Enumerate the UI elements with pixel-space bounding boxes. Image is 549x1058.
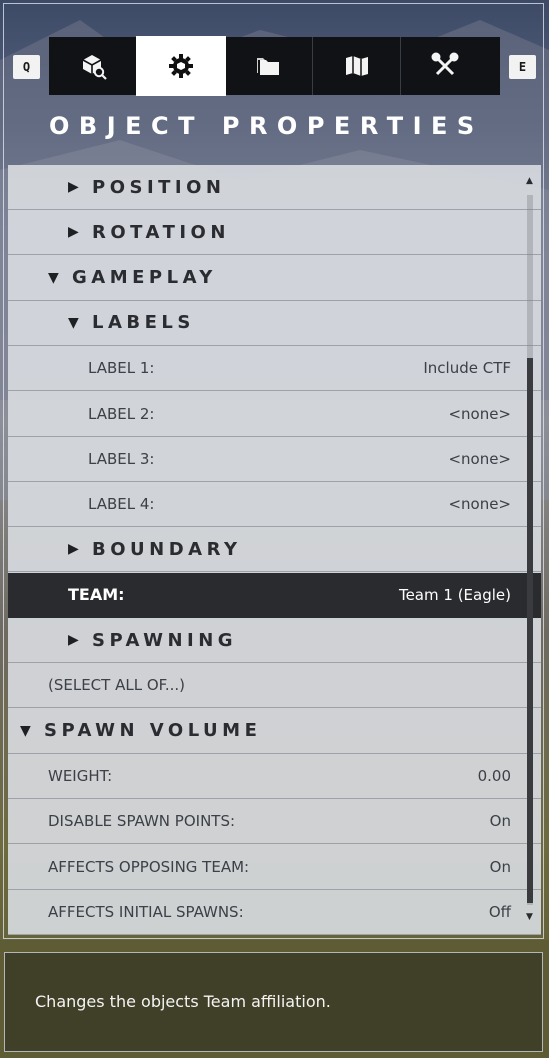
property-row[interactable]: LABEL 3: <none> — [8, 437, 541, 482]
tab-map[interactable] — [313, 37, 401, 95]
property-value: 0.00 — [477, 766, 511, 785]
section-row-labels[interactable]: ▼ LABELS — [8, 301, 541, 346]
property-label: TEAM: — [68, 585, 125, 605]
section-row-spawning[interactable]: ▶ SPAWNING — [8, 618, 541, 663]
property-row[interactable]: LABEL 4: <none> — [8, 482, 541, 528]
map-icon — [345, 56, 368, 76]
collapsed-triangle-icon: ▶ — [68, 632, 79, 648]
tab-object-properties[interactable] — [136, 36, 226, 96]
property-label: (SELECT ALL OF...) — [48, 676, 186, 695]
scrollbar-thumb[interactable] — [527, 358, 533, 903]
collapsed-triangle-icon: ▶ — [68, 179, 79, 195]
property-value: <none> — [448, 449, 511, 468]
toolbar — [49, 36, 500, 96]
collapsed-triangle-icon: ▶ — [68, 541, 79, 558]
description-text: Changes the objects Team affiliation. — [35, 992, 331, 1011]
section-label: ROTATION — [92, 221, 230, 243]
property-row[interactable]: TEAM: Team 1 (Eagle) — [8, 572, 541, 618]
section-row-gameplay[interactable]: ▼ GAMEPLAY — [8, 256, 541, 301]
section-row-spawn-volume[interactable]: ▼ SPAWN VOLUME — [8, 709, 541, 754]
scroll-down-arrow[interactable]: ▼ — [526, 912, 533, 922]
next-tab-hotkey[interactable]: E — [509, 55, 536, 79]
property-label: LABEL 2: — [88, 404, 155, 423]
properties-panel: ▶ POSITION ▶ ROTATION ▼ GAMEPLAY ▼ LABELS LABEL … — [8, 165, 541, 935]
property-row[interactable]: LABEL 2: <none> — [8, 392, 541, 437]
section-label: POSITION — [92, 176, 226, 198]
section-label: SPAWN VOLUME — [44, 720, 262, 742]
section-row-boundary[interactable]: ▶ BOUNDARY — [8, 527, 541, 573]
property-row[interactable]: AFFECTS OPPOSING TEAM: On — [8, 845, 541, 890]
property-value: <none> — [448, 495, 511, 514]
expanded-triangle-icon: ▼ — [48, 269, 59, 286]
property-value: Team 1 (Eagle) — [398, 585, 511, 604]
property-row[interactable]: DISABLE SPAWN POINTS: On — [8, 799, 541, 845]
property-value: Off — [488, 902, 511, 921]
tab-tools[interactable] — [401, 37, 489, 95]
property-value: On — [489, 857, 511, 876]
section-label: LABELS — [92, 312, 195, 334]
page-title: OBJECT PROPERTIES — [49, 112, 484, 140]
expanded-triangle-icon: ▼ — [20, 722, 31, 739]
property-label: AFFECTS INITIAL SPAWNS: — [48, 902, 244, 921]
property-label: LABEL 3: — [88, 449, 155, 468]
tab-folders[interactable] — [225, 37, 313, 95]
object-browser-icon — [82, 55, 107, 80]
property-row[interactable]: (SELECT ALL OF...) — [8, 663, 541, 709]
property-label: DISABLE SPAWN POINTS: — [48, 812, 236, 831]
property-value: <none> — [448, 404, 511, 423]
folders-icon — [256, 58, 279, 75]
section-label: SPAWNING — [92, 629, 238, 651]
prev-tab-hotkey[interactable]: Q — [13, 55, 40, 79]
property-label: LABEL 4: — [88, 495, 155, 514]
section-row-position[interactable]: ▶ POSITION — [8, 165, 541, 210]
property-label: WEIGHT: — [48, 766, 113, 785]
property-row[interactable]: WEIGHT: 0.00 — [8, 754, 541, 799]
property-row[interactable]: LABEL 1: Include CTF — [8, 346, 541, 392]
property-value: On — [489, 812, 511, 831]
section-label: GAMEPLAY — [72, 267, 217, 289]
object-properties-gear-icon — [168, 54, 193, 78]
property-label: LABEL 1: — [88, 359, 155, 378]
tools-icon — [431, 52, 459, 76]
expanded-triangle-icon: ▼ — [68, 314, 79, 331]
property-label: AFFECTS OPPOSING TEAM: — [48, 857, 250, 876]
scroll-up-arrow[interactable]: ▲ — [526, 176, 533, 186]
collapsed-triangle-icon: ▶ — [68, 224, 79, 241]
section-label: BOUNDARY — [92, 538, 242, 560]
property-row[interactable]: AFFECTS INITIAL SPAWNS: Off — [8, 890, 541, 935]
property-value: Include CTF — [423, 359, 511, 378]
tab-object-browser[interactable] — [49, 37, 137, 95]
section-row-rotation[interactable]: ▶ ROTATION — [8, 210, 541, 256]
